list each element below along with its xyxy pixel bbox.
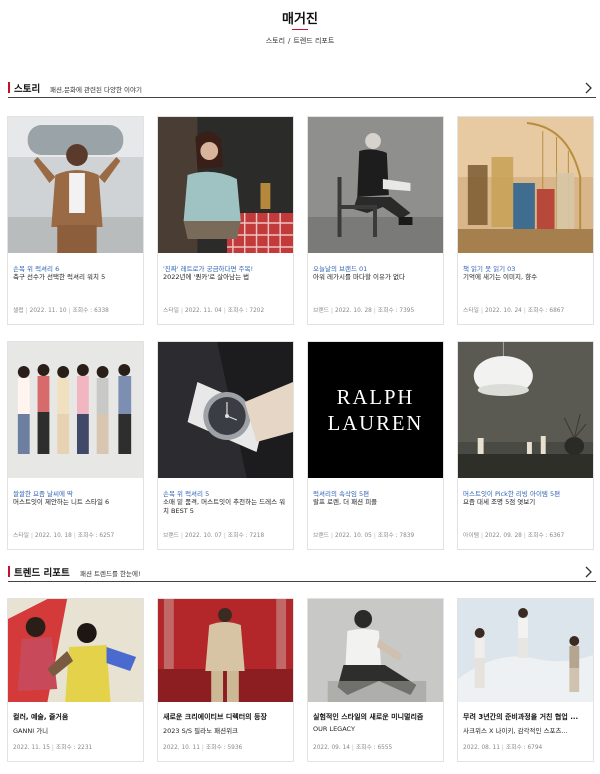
logo-text-line-2: LAUREN (328, 411, 424, 435)
trend-card-meta: 2022. 11. 15 | 조회수 : 2231 (13, 745, 93, 751)
story-card-meta: 브랜드 | 2022. 10. 05 | 조회수 : 7839 (313, 533, 415, 539)
story-card-image (8, 117, 143, 253)
trend-card-subtitle: 2023 S/S 필라노 패션위크 (163, 727, 239, 735)
story-card[interactable]: RALPH LAUREN 럭셔리의 속삭임 5편 랄프 로렌, 더 패션 피플 … (307, 341, 444, 550)
story-card-category: 책 읽기 못 읽기 03 (463, 265, 516, 273)
title-underline (292, 29, 308, 30)
story-card-image (8, 342, 143, 478)
story-card-category: '진짜' 레트로가 궁금하다면 주목! (163, 265, 254, 273)
story-card-category: 오늘날의 브랜드 01 (313, 265, 368, 273)
trend-card-meta: 2022. 10. 11 | 조회수 : 5936 (163, 745, 243, 751)
trend-section-title: 트렌드 리포트 (14, 568, 70, 579)
trend-card-title: 무려 3년간의 준비과정을 거친 협업 ... (463, 713, 579, 721)
trend-section-header: 트렌드 리포트 패션 트렌드를 한눈에! (8, 564, 596, 582)
trend-card-meta: 2022. 09. 14 | 조회수 : 6555 (313, 745, 393, 751)
trend-card-title: 실험적인 스타일의 새로운 미니멀리즘 (313, 713, 424, 721)
story-card-title: 요즘 대세 조명 5점 엿보기 (463, 498, 536, 506)
story-card-image (158, 342, 293, 478)
breadcrumb-item-story[interactable]: 스토리 (266, 37, 285, 45)
trend-card[interactable]: 실험적인 스타일의 새로운 미니멀리즘 OUR LEGACY 2022. 09.… (307, 598, 444, 762)
trend-card-title: 새로운 크리에이티브 디렉터의 등장 (163, 713, 267, 721)
story-card-image (458, 342, 593, 478)
trend-card[interactable]: 무려 3년간의 준비과정을 거친 협업 ... 사크위스 X 나이키, 감각적인… (457, 598, 594, 762)
trend-card-image (308, 599, 443, 702)
story-card-meta: 스타일 | 2022. 10. 18 | 조회수 : 6257 (13, 533, 115, 539)
story-card[interactable]: 쌀쌀한 요즘 날씨에 딱 머스트잇이 제안하는 니트 스타일 6 스타일 | 202… (7, 341, 144, 550)
logo-text-line-1: RALPH (337, 385, 415, 409)
story-card-title: 머스트잇이 제안하는 니트 스타일 6 (13, 498, 110, 506)
chevron-right-icon[interactable] (582, 564, 596, 578)
story-card-meta: 스타일 | 2022. 11. 04 | 조회수 : 7202 (163, 308, 265, 314)
story-card-image (158, 117, 293, 253)
chevron-right-icon[interactable] (582, 80, 596, 94)
trend-card-meta: 2022. 08. 11 | 조회수 : 6794 (463, 745, 543, 751)
story-card[interactable]: 손목 위 럭셔리 6 축구 선수가 선택한 럭셔리 워치 5 셀럽 | 2022. … (7, 116, 144, 325)
story-card-meta: 스타일 | 2022. 10. 24 | 조회수 : 6867 (463, 308, 565, 314)
story-card-image: RALPH LAUREN (308, 342, 443, 478)
story-card-title: 아워 레가시를 마다할 이유가 없다 (313, 273, 405, 281)
page-title: 매거진 (282, 12, 318, 27)
story-section-description: 패션,문화에 관련된 다양한 이야기 (50, 86, 142, 94)
story-card-image (458, 117, 593, 253)
section-accent-bar (8, 82, 10, 93)
story-card-meta: 브랜드 | 2022. 10. 28 | 조회수 : 7395 (313, 308, 415, 314)
story-card[interactable]: 머스트잇이 Pick한 리빙 아이템 5편 요즘 대세 조명 5점 엿보기 아이… (457, 341, 594, 550)
trend-card-title: 컬러, 예술, 즐거움 (13, 713, 69, 721)
trend-section-description: 패션 트렌드를 한눈에! (80, 570, 141, 578)
trend-card[interactable]: 새로운 크리에이티브 디렉터의 등장 2023 S/S 필라노 패션위크 202… (157, 598, 294, 762)
trend-card-image (158, 599, 293, 702)
story-card[interactable]: 책 읽기 못 읽기 03 기억에 새기는 이미지, 향수 스타일 | 2022. 1… (457, 116, 594, 325)
section-accent-bar (8, 566, 10, 577)
story-card-title: 소매 밑 품격, 머스트잇이 추천하는 드레스 워치 BEST 5 (163, 498, 286, 515)
story-card-meta: 아이템 | 2022. 09. 28 | 조회수 : 6367 (463, 533, 565, 539)
breadcrumb-separator: / (288, 37, 291, 45)
story-section-title: 스토리 (14, 84, 41, 95)
story-card[interactable]: '진짜' 레트로가 궁금하다면 주목! 2022년에 '퀀카'로 살아남는 법 … (157, 116, 294, 325)
story-card-title: 기억에 새기는 이미지, 향수 (463, 273, 538, 281)
story-card-title: 2022년에 '퀀카'로 살아남는 법 (163, 273, 250, 281)
story-card-category: 럭셔리의 속삭임 5편 (313, 490, 370, 498)
story-card-meta: 브랜드 | 2022. 10. 07 | 조회수 : 7218 (163, 533, 265, 539)
story-card-meta: 셀럽 | 2022. 11. 10 | 조회수 : 6338 (13, 308, 109, 314)
trend-card-image (8, 599, 143, 702)
story-card-image (308, 117, 443, 253)
trend-card-image (458, 599, 593, 702)
story-card-category: 손목 위 럭셔리 5 (163, 490, 210, 498)
story-card-title: 랄프 로렌, 더 패션 피플 (313, 498, 378, 506)
story-card[interactable]: 오늘날의 브랜드 01 아워 레가시를 마다할 이유가 없다 브랜드 | 2022.… (307, 116, 444, 325)
trend-card-subtitle: OUR LEGACY (313, 725, 355, 733)
story-card-title: 축구 선수가 선택한 럭셔리 워치 5 (13, 273, 106, 281)
story-card-category: 손목 위 럭셔리 6 (13, 265, 60, 273)
story-card-category: 쌀쌀한 요즘 날씨에 딱 (13, 490, 74, 498)
story-card[interactable]: 손목 위 럭셔리 5 소매 밑 품격, 머스트잇이 추천하는 드레스 워치 BE… (157, 341, 294, 550)
story-card-category: 머스트잇이 Pick한 리빙 아이템 5편 (463, 490, 561, 498)
breadcrumb: 스토리 / 트렌드 리포트 (0, 36, 600, 46)
trend-card-subtitle: 사크위스 X 나이키, 감각적인 스포츠... (463, 727, 568, 735)
breadcrumb-item-trend-report[interactable]: 트렌드 리포트 (293, 37, 334, 45)
story-section-header: 스토리 패션,문화에 관련된 다양한 이야기 (8, 80, 596, 98)
trend-card-subtitle: GANNI 가니 (13, 727, 49, 735)
trend-card[interactable]: 컬러, 예술, 즐거움 GANNI 가니 2022. 11. 15 | 조회수 : … (7, 598, 144, 762)
